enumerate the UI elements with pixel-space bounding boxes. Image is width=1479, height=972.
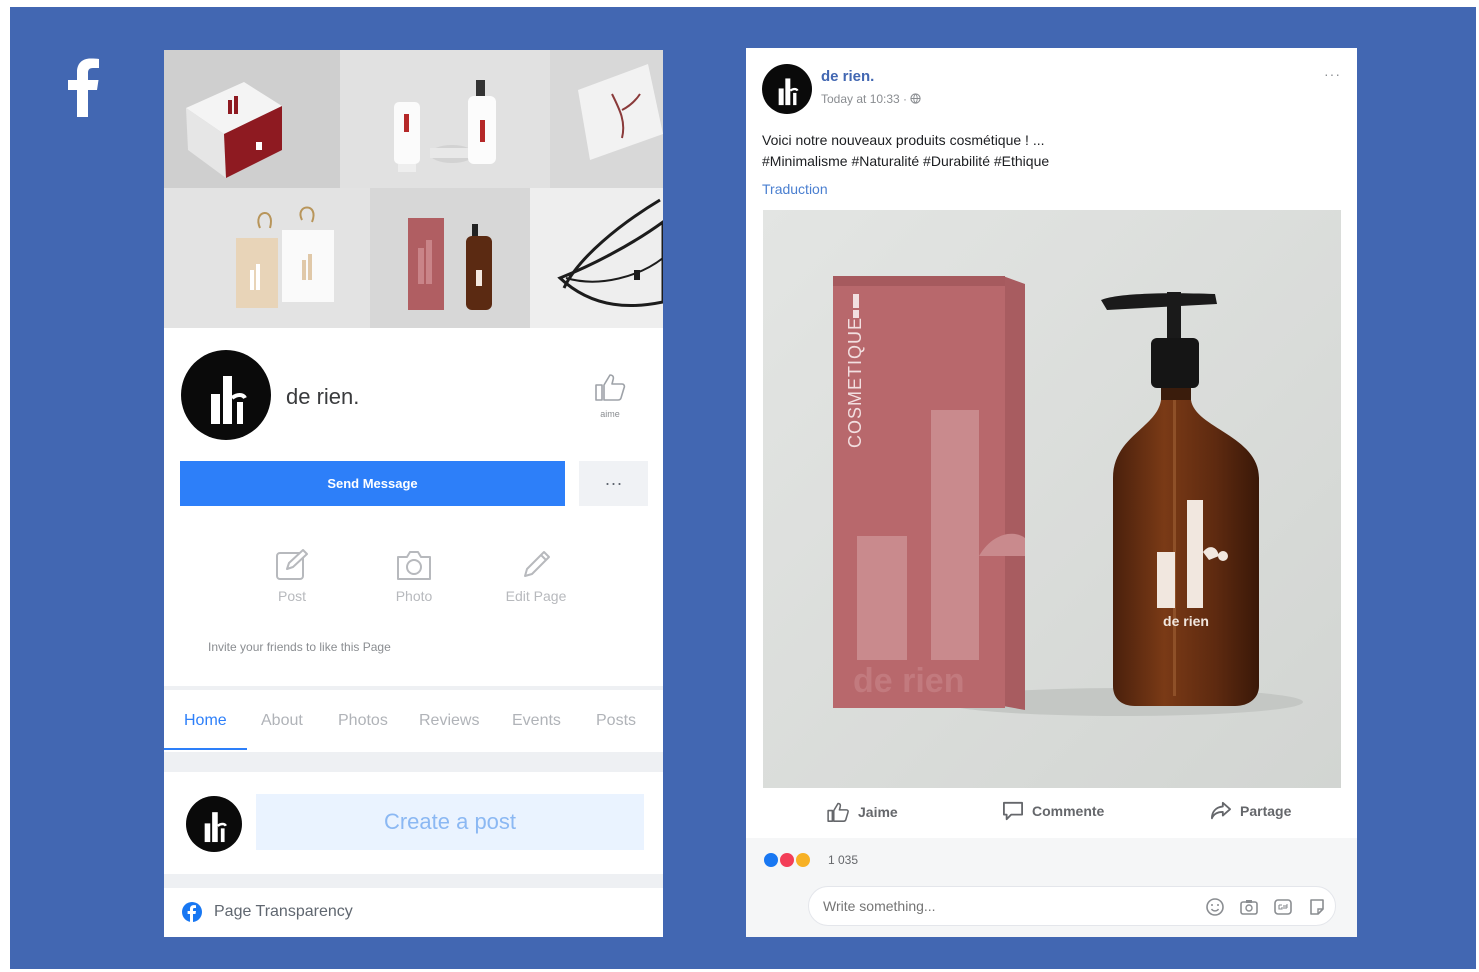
reaction-count[interactable]: 1 035 bbox=[828, 853, 858, 867]
cover-tile-lips bbox=[530, 188, 663, 328]
edit-icon bbox=[276, 549, 308, 580]
photo-action-label: Photo bbox=[395, 588, 433, 604]
section-divider bbox=[164, 752, 663, 772]
page-avatar[interactable] bbox=[181, 350, 271, 440]
facebook-logo-icon bbox=[68, 58, 99, 117]
tab-photos[interactable]: Photos bbox=[338, 712, 388, 730]
active-tab-indicator bbox=[164, 748, 247, 750]
page-transparency-label: Page Transparency bbox=[214, 903, 353, 920]
page-transparency-link[interactable]: Page Transparency bbox=[182, 902, 353, 922]
like-button[interactable]: Jaime bbox=[826, 801, 898, 823]
comment-composer bbox=[808, 886, 1336, 926]
globe-icon bbox=[910, 93, 922, 104]
page-actions: Post Photo Edit Page bbox=[242, 548, 602, 608]
post-image[interactable]: COSMETIQUE de rien de rien bbox=[763, 210, 1341, 788]
comment-icon bbox=[1003, 801, 1023, 821]
share-button[interactable]: Partage bbox=[1210, 801, 1291, 821]
sticker-icon[interactable] bbox=[1307, 897, 1327, 917]
post-footer: 1 035 bbox=[746, 838, 1357, 937]
card-mockup-illustration bbox=[578, 64, 663, 160]
invite-friends-link[interactable]: Invite your friends to like this Page bbox=[208, 640, 391, 654]
share-icon bbox=[1210, 801, 1231, 820]
tab-reviews[interactable]: Reviews bbox=[419, 712, 479, 730]
emoji-icon[interactable] bbox=[1205, 897, 1225, 917]
bottle-mockup-illustration bbox=[408, 218, 492, 310]
comment-input[interactable] bbox=[823, 887, 1183, 925]
cover-tile-bottle bbox=[370, 188, 530, 328]
page-header: de rien. aime bbox=[164, 350, 663, 450]
post-action-bar: Jaime Commente Partage bbox=[746, 793, 1357, 833]
post-author-name[interactable]: de rien. bbox=[821, 68, 874, 85]
thumbs-up-icon bbox=[595, 374, 626, 401]
tab-posts[interactable]: Posts bbox=[596, 712, 636, 730]
like-icon bbox=[827, 802, 849, 822]
comment-button[interactable]: Commente bbox=[1002, 801, 1104, 821]
pencil-icon bbox=[524, 551, 550, 577]
more-options-button[interactable]: ··· bbox=[579, 461, 648, 506]
tubes-mockup-illustration bbox=[394, 80, 496, 172]
create-post-button[interactable]: Create a post bbox=[256, 794, 644, 850]
section-divider bbox=[164, 874, 663, 888]
wow-reaction-icon bbox=[794, 851, 812, 869]
box-brand-text: de rien bbox=[853, 662, 964, 700]
brand-logo-icon bbox=[211, 376, 247, 424]
like-label: aime bbox=[600, 409, 620, 419]
post-action-label: Post bbox=[277, 588, 306, 604]
page-name: de rien. bbox=[286, 384, 360, 409]
post-author-avatar[interactable] bbox=[762, 64, 812, 114]
see-translation-link[interactable]: Traduction bbox=[762, 181, 828, 197]
like-page-button[interactable]: aime bbox=[588, 372, 632, 419]
tags-mockup-illustration bbox=[236, 206, 334, 308]
post-time-text: Today at 10:33 · bbox=[821, 92, 911, 106]
create-post-row: Create a post bbox=[164, 774, 663, 870]
page-preview-card: de rien. aime Send Message ··· Post Phot… bbox=[164, 50, 663, 937]
cover-photo[interactable] bbox=[164, 50, 663, 328]
lips-illustration bbox=[557, 198, 663, 308]
caption-line: Voici notre nouveaux produits cosmétique… bbox=[762, 132, 1045, 148]
share-button-label: Partage bbox=[1240, 803, 1292, 819]
post-card: de rien. Today at 10:33 · ··· Voici notr… bbox=[746, 48, 1357, 937]
cover-tile-tubes bbox=[340, 50, 550, 188]
box-label-text: COSMETIQUE bbox=[845, 317, 865, 448]
camera-icon[interactable] bbox=[1239, 897, 1259, 917]
brand-logo-icon bbox=[204, 812, 227, 843]
like-button-label: Jaime bbox=[858, 804, 898, 820]
caption-hashtags: #Minimalisme #Naturalité #Durabilité #Et… bbox=[762, 153, 1050, 169]
edit-page-action-button[interactable]: Edit Page bbox=[491, 548, 581, 604]
photo-action-button[interactable]: Photo bbox=[369, 548, 459, 604]
box-mockup-illustration bbox=[186, 82, 282, 178]
post-action-button[interactable]: Post bbox=[247, 548, 337, 604]
cover-tile-card bbox=[550, 50, 663, 188]
cover-tile-box bbox=[164, 50, 340, 188]
post-caption: Voici notre nouveaux produits cosmétique… bbox=[762, 130, 1049, 172]
cover-tile-tags bbox=[164, 188, 370, 328]
camera-icon bbox=[397, 551, 431, 580]
tab-about[interactable]: About bbox=[261, 712, 303, 730]
edit-page-action-label: Edit Page bbox=[505, 588, 567, 604]
gif-icon[interactable] bbox=[1273, 897, 1293, 917]
comment-button-label: Commente bbox=[1032, 803, 1105, 819]
bottle-brand-text: de rien bbox=[1163, 613, 1209, 629]
tab-home[interactable]: Home bbox=[184, 712, 227, 730]
product-photo-illustration: COSMETIQUE de rien de rien bbox=[763, 210, 1341, 788]
send-message-button[interactable]: Send Message bbox=[180, 461, 565, 506]
page-tabs: Home About Photos Reviews Events Posts bbox=[164, 698, 663, 750]
brand-logo-icon bbox=[778, 78, 799, 106]
tab-events[interactable]: Events bbox=[512, 712, 561, 730]
composer-avatar bbox=[186, 796, 242, 852]
facebook-circle-icon bbox=[182, 902, 202, 922]
post-options-button[interactable]: ··· bbox=[1324, 66, 1341, 82]
post-timestamp[interactable]: Today at 10:33 · bbox=[821, 92, 922, 106]
section-divider bbox=[164, 686, 663, 690]
